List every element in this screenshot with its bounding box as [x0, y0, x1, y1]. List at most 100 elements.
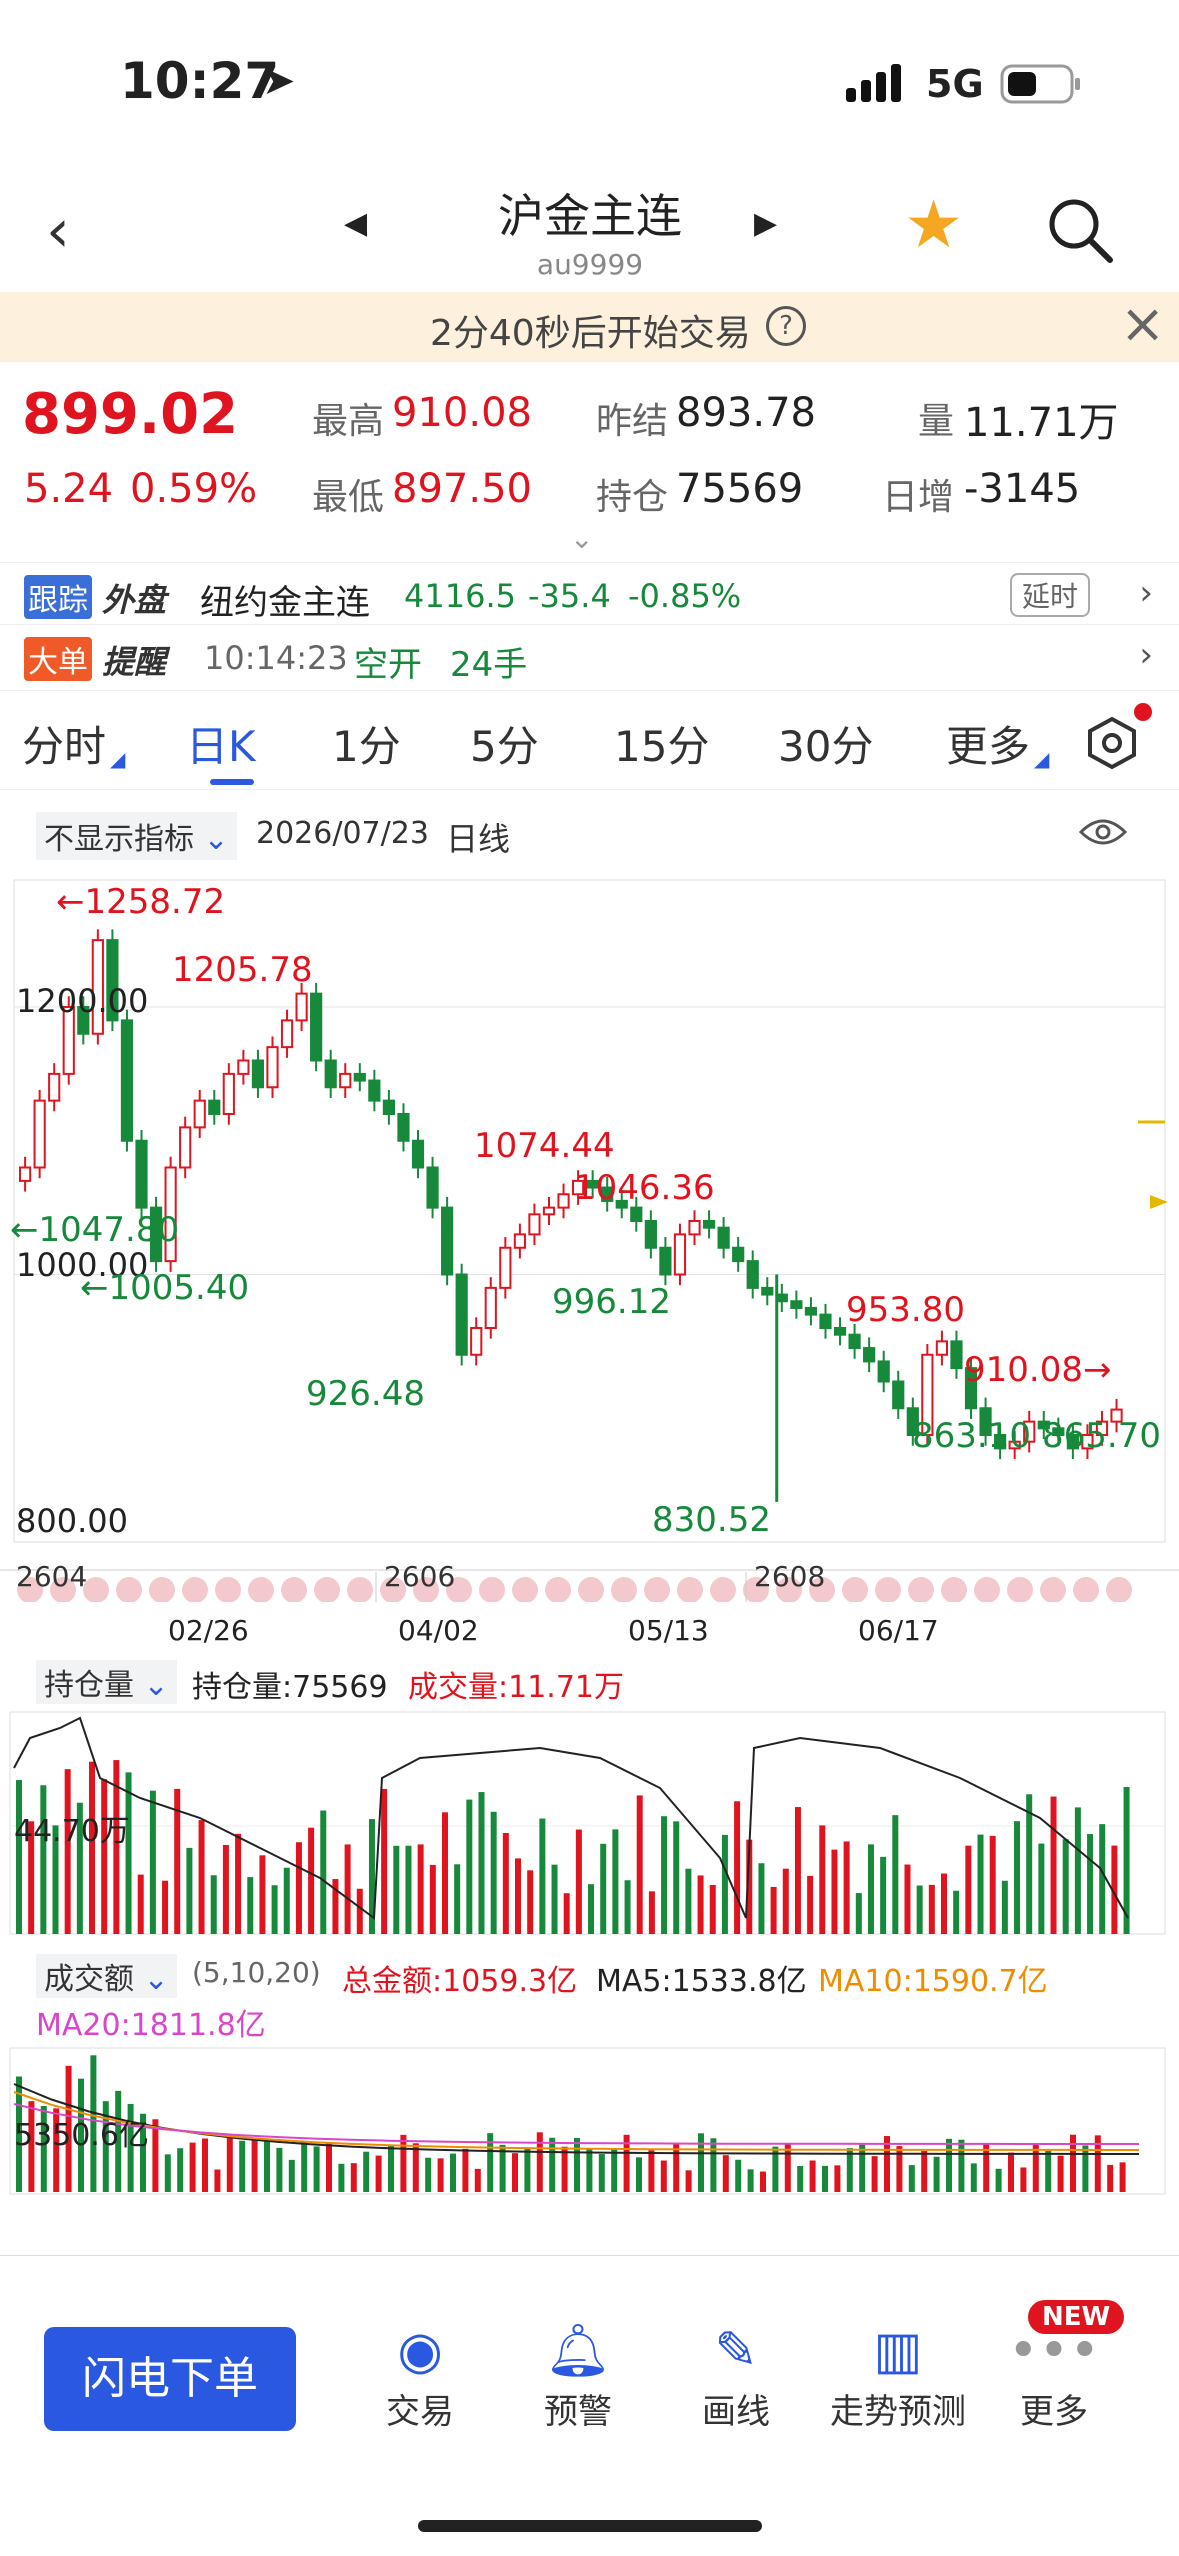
- tab-30min[interactable]: 30分: [778, 713, 873, 774]
- volume-bar: [709, 1885, 716, 1934]
- close-icon[interactable]: ×: [1120, 292, 1165, 355]
- ai-marker: [908, 1577, 934, 1602]
- battery-icon: [1000, 64, 1082, 104]
- candle-body: [33, 1099, 46, 1169]
- volume-bar: [393, 1845, 400, 1934]
- alert-button[interactable]: 🔔︎ 预警: [518, 2318, 638, 2433]
- trade-icon: ◉: [397, 2321, 443, 2381]
- volume-bar: [734, 1801, 741, 1934]
- ai-marker: [149, 1577, 175, 1602]
- candle-body: [120, 1019, 134, 1142]
- volume-bar: [648, 1891, 655, 1934]
- tab-more[interactable]: 更多: [946, 713, 1030, 774]
- volume-bar: [551, 1864, 558, 1934]
- favorite-star-icon[interactable]: ★: [904, 186, 963, 263]
- tab-15min[interactable]: 15分: [614, 713, 709, 774]
- volume-bar: [527, 1870, 534, 1934]
- eye-icon[interactable]: [1078, 814, 1128, 850]
- big-order-tag: 大单: [24, 637, 92, 681]
- home-indicator: [418, 2520, 762, 2532]
- prev-settle-value: 893.78: [676, 390, 816, 436]
- volume-value: 11.71万: [964, 400, 1119, 446]
- ai-marker: [1040, 1577, 1066, 1602]
- external-market-row[interactable]: 跟踪 外盘 纽约金主连 4116.5 -35.4 -0.85% 延时 ›: [0, 562, 1179, 624]
- volume-bar: [454, 1864, 461, 1934]
- more-button[interactable]: ••• 更多: [994, 2318, 1114, 2433]
- candle-body: [470, 1327, 483, 1356]
- amount-bar: [574, 2137, 580, 2192]
- oi-selector[interactable]: 持仓量 ⌄: [36, 1660, 177, 1704]
- status-bar: 10:27 ➤ 5G: [0, 0, 1179, 160]
- tab-timeshare[interactable]: 分时: [22, 713, 106, 774]
- candle-body: [266, 1046, 279, 1089]
- chart-area: 不显示指标 ⌄ 2026/07/23 日线 1200.00 1000.00 80…: [0, 790, 1179, 2260]
- candle-body: [368, 1079, 381, 1102]
- volume-bar: [283, 1867, 290, 1934]
- draw-button[interactable]: ✎ 画线: [676, 2318, 796, 2433]
- chevron-down-icon: ⌄: [203, 822, 229, 857]
- volume-bar: [831, 1849, 838, 1934]
- amount-bar: [549, 2137, 556, 2192]
- candle-body: [222, 1072, 235, 1115]
- peak-label: 1046.36: [574, 1168, 715, 1208]
- big-order-alert-row[interactable]: 大单 提醒 10:14:23 空开 24手 ›: [0, 624, 1179, 686]
- trend-predict-button[interactable]: ▥ 走势预测: [818, 2318, 978, 2433]
- amount-bar: [152, 2119, 159, 2192]
- amount-bar: [1032, 2144, 1039, 2192]
- amount-bar: [474, 2168, 481, 2192]
- next-contract-icon[interactable]: ▶: [754, 206, 777, 241]
- amount-bar: [264, 2141, 270, 2192]
- candle-body: [804, 1306, 818, 1316]
- date-label: 02/26: [168, 1614, 249, 1647]
- volume-label: 量: [918, 401, 955, 442]
- alert-qty: 24手: [450, 645, 528, 685]
- expand-chevron-icon[interactable]: ⌄: [570, 522, 593, 555]
- search-icon[interactable]: [1046, 196, 1116, 266]
- volume-bar: [928, 1884, 935, 1934]
- back-icon[interactable]: ‹: [46, 196, 70, 266]
- tab-daily-k[interactable]: 日K: [186, 713, 256, 774]
- candle-body: [659, 1246, 672, 1276]
- volume-bar: [977, 1834, 984, 1934]
- amount-bar: [1008, 2152, 1014, 2192]
- amount-selector[interactable]: 成交额 ⌄: [36, 1954, 177, 1998]
- candle-body: [324, 1059, 337, 1089]
- prev-contract-icon[interactable]: ◀: [344, 206, 367, 241]
- settings-hex-icon[interactable]: [1084, 715, 1140, 771]
- volume-bar: [320, 1810, 327, 1934]
- dropdown-corner-icon: ◢: [110, 747, 126, 771]
- alert-action: 空开: [354, 645, 422, 685]
- price-change: 5.24: [24, 466, 114, 512]
- volume-bar: [794, 1807, 801, 1934]
- ai-marker: [479, 1577, 505, 1602]
- amount-bar: [313, 2146, 320, 2192]
- amount-bar: [1082, 2145, 1089, 2192]
- candle-body: [717, 1226, 730, 1249]
- amount-bar: [1107, 2164, 1114, 2192]
- amount-bar: [301, 2141, 308, 2192]
- trade-button[interactable]: ◉ 交易: [360, 2318, 480, 2433]
- ai-marker: [710, 1577, 736, 1602]
- volume-bar: [198, 1820, 205, 1934]
- daily-change-label: 日增: [882, 477, 955, 518]
- tab-1min[interactable]: 1分: [332, 713, 401, 774]
- indicator-selector[interactable]: 不显示指标 ⌄: [36, 812, 237, 860]
- trend-label: 走势预测: [830, 2392, 966, 2432]
- tab-5min[interactable]: 5分: [470, 713, 539, 774]
- volume-bar: [989, 1835, 996, 1934]
- ai-marker: [545, 1577, 571, 1602]
- help-icon[interactable]: ?: [766, 306, 806, 346]
- lightning-order-button[interactable]: 闪电下单: [44, 2327, 296, 2431]
- volume-bar: [770, 1886, 777, 1934]
- volume-bar: [867, 1844, 874, 1934]
- trough-label: 926.48: [306, 1374, 425, 1414]
- amount-bar: [375, 2155, 382, 2192]
- amount-bar: [859, 2144, 866, 2192]
- contract-label: 2604: [16, 1560, 88, 1593]
- low-value: 897.50: [392, 466, 532, 512]
- amount-bar: [735, 2159, 742, 2192]
- trade-label: 交易: [386, 2392, 454, 2432]
- amount-bar: [921, 2151, 928, 2192]
- external-pct: -0.85%: [628, 577, 742, 615]
- period-tabs: 分时 ◢ 日K 1分 5分 15分 30分 更多 ◢: [0, 690, 1179, 790]
